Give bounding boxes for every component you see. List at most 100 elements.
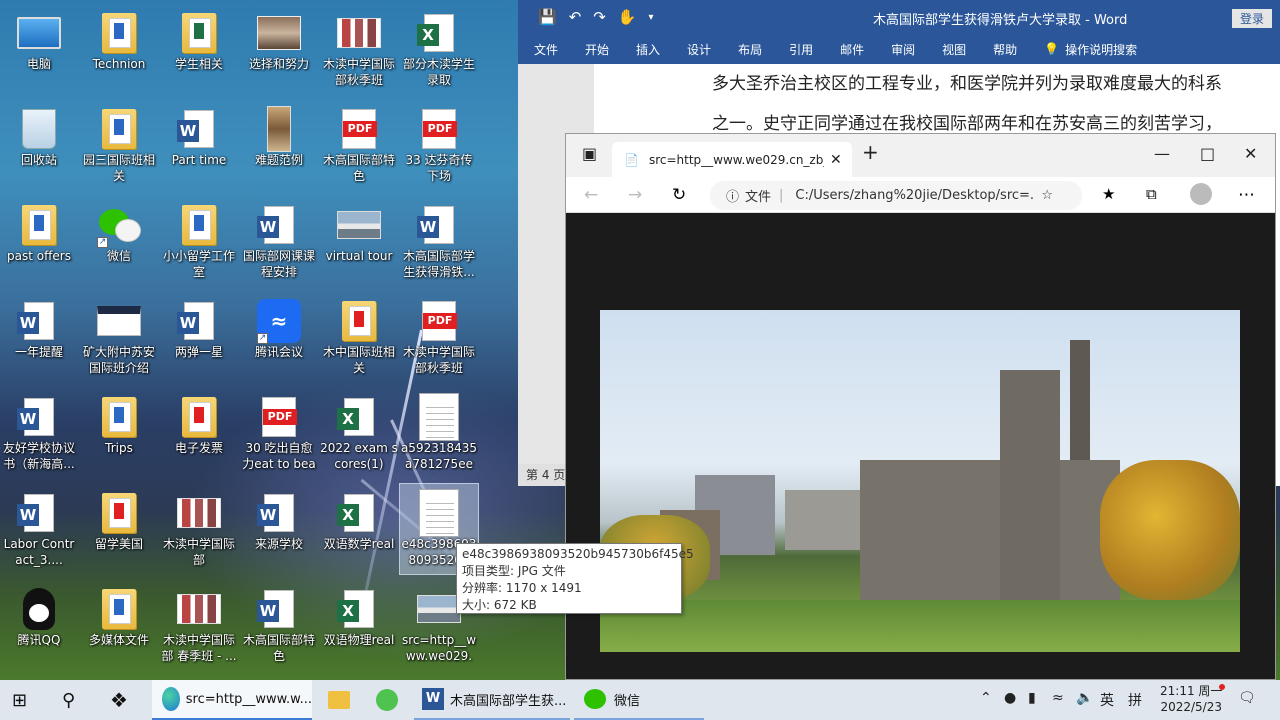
- tell-me-search[interactable]: 操作说明搜索: [1065, 41, 1137, 58]
- desktop-icon[interactable]: 矿大附中苏安国际班介绍: [80, 292, 158, 382]
- desktop-icon[interactable]: 国际部网课课程安排: [240, 196, 318, 286]
- desktop-icon[interactable]: 33 达芬奇传下场: [400, 100, 478, 190]
- desktop-icon[interactable]: 木渎中学国际部: [160, 484, 238, 574]
- tab-view[interactable]: 视图: [942, 41, 966, 58]
- desktop-icon[interactable]: 回收站: [0, 100, 78, 190]
- desktop-icon[interactable]: 木渎中学国际部秋季班: [320, 4, 398, 94]
- start-button[interactable]: ⊞: [12, 680, 27, 720]
- desktop-icon[interactable]: 木渎中学国际部 春季班 - ...: [160, 580, 238, 670]
- desktop-icon[interactable]: Part time: [160, 100, 238, 190]
- tab-design[interactable]: 设计: [687, 41, 711, 58]
- desktop-icon[interactable]: Labor Contract_3....: [0, 484, 78, 574]
- desktop-icon[interactable]: 难题范例: [240, 100, 318, 190]
- back-icon[interactable]: ←: [584, 185, 598, 205]
- notification-center-icon[interactable]: 🗨: [1238, 690, 1256, 706]
- desktop-icon[interactable]: 小小留学工作室: [160, 196, 238, 286]
- desktop-icon[interactable]: 多媒体文件: [80, 580, 158, 670]
- tab-references[interactable]: 引用: [789, 41, 813, 58]
- refresh-icon[interactable]: ↻: [672, 185, 686, 205]
- image-icon: [417, 586, 461, 632]
- minimize-icon[interactable]: —: [1154, 144, 1170, 163]
- desktop-icon[interactable]: 木渎中学国际部秋季班: [400, 292, 478, 382]
- desktop-icon[interactable]: 2022 exam scores(1): [320, 388, 398, 478]
- tab-mailings[interactable]: 邮件: [840, 41, 864, 58]
- forward-icon[interactable]: →: [628, 185, 642, 205]
- tab-insert[interactable]: 插入: [636, 41, 660, 58]
- tab-actions-icon[interactable]: ▣: [582, 144, 597, 163]
- desktop-icon[interactable]: 木高国际部学生获得滑铁...: [400, 196, 478, 286]
- tab-home[interactable]: 开始: [585, 41, 609, 58]
- desktop-icon-label: 矿大附中苏安国际班介绍: [82, 345, 155, 375]
- desktop-icon-label: 选择和努力: [248, 57, 309, 71]
- desktop-icon[interactable]: Trips: [80, 388, 158, 478]
- ime-indicator[interactable]: 拼: [1128, 690, 1142, 710]
- redo-icon[interactable]: ↷: [593, 8, 606, 26]
- desktop-icon[interactable]: 留学美国: [80, 484, 158, 574]
- taskbar-app-icon[interactable]: [376, 680, 398, 720]
- desktop-icon[interactable]: 两弹一星: [160, 292, 238, 382]
- desktop-icon[interactable]: 部分木渎学生录取: [400, 4, 478, 94]
- desktop-icon[interactable]: ≈ ↗ 腾讯会议: [240, 292, 318, 382]
- desktop-icon[interactable]: ↗ 微信: [80, 196, 158, 286]
- desktop-icon[interactable]: 电脑: [0, 4, 78, 94]
- undo-icon[interactable]: ↶: [569, 8, 582, 26]
- desktop-icon[interactable]: 木高国际部特色: [320, 100, 398, 190]
- document-icon: [97, 298, 141, 344]
- desktop-icon[interactable]: 友好学校协议书（新海高...: [0, 388, 78, 478]
- network-icon[interactable]: ≈: [1052, 690, 1064, 706]
- desktop-icon[interactable]: 双语物理real: [320, 580, 398, 670]
- notification-dot: [1219, 684, 1225, 690]
- desktop-icon[interactable]: 电子发票: [160, 388, 238, 478]
- tab-layout[interactable]: 布局: [738, 41, 762, 58]
- close-tab-icon[interactable]: ✕: [830, 152, 842, 168]
- desktop-icon[interactable]: 双语数学real: [320, 484, 398, 574]
- maximize-icon[interactable]: □: [1200, 144, 1215, 163]
- edge-tab[interactable]: 📄 src=http__www.we029.cn_zb_us ✕: [612, 142, 852, 177]
- desktop-icon[interactable]: 来源学校: [240, 484, 318, 574]
- show-hidden-icons[interactable]: ⌃: [980, 690, 992, 706]
- close-window-icon[interactable]: ✕: [1244, 144, 1257, 163]
- desktop-icon-label: 两弹一星: [174, 345, 223, 359]
- clock[interactable]: 21:11 周一 2022/5/23: [1160, 683, 1222, 715]
- favorites-icon[interactable]: ★: [1102, 185, 1115, 203]
- desktop-icon[interactable]: 园三国际班相关: [80, 100, 158, 190]
- new-tab-icon[interactable]: +: [862, 140, 879, 164]
- desktop-icon[interactable]: a592318435a781275ee7...: [400, 388, 478, 478]
- desktop-icon[interactable]: 腾讯QQ: [0, 580, 78, 670]
- desktop-icon[interactable]: 一年提醒: [0, 292, 78, 382]
- tab-help[interactable]: 帮助: [993, 41, 1017, 58]
- profile-avatar[interactable]: [1190, 183, 1212, 205]
- excel-document-icon: [417, 10, 461, 56]
- add-favorite-icon[interactable]: ☆: [1041, 188, 1053, 203]
- battery-icon[interactable]: ▮: [1028, 690, 1036, 706]
- desktop-icon[interactable]: 选择和努力: [240, 4, 318, 94]
- desktop-icon[interactable]: 30 吃出自愈力eat to beat ...: [240, 388, 318, 478]
- word-document-icon: [257, 490, 301, 536]
- save-icon[interactable]: 💾: [538, 8, 557, 26]
- desktop-icon-label: 腾讯QQ: [17, 633, 61, 647]
- desktop-icon[interactable]: virtual tour: [320, 196, 398, 286]
- desktop-icon-label: 电脑: [26, 57, 51, 71]
- collections-icon[interactable]: ⧉: [1146, 185, 1157, 203]
- more-options-icon[interactable]: ⋯: [1238, 185, 1255, 205]
- desktop-icon[interactable]: 学生相关: [160, 4, 238, 94]
- file-explorer-icon[interactable]: [328, 680, 350, 720]
- task-view-icon[interactable]: ❖: [110, 680, 128, 720]
- url-field[interactable]: ⓘ 文件 | C:/Users/zhang%20jie/Desktop/src=…: [710, 181, 1082, 210]
- taskbar-edge[interactable]: src=http__www.w...: [152, 680, 312, 720]
- desktop-icon[interactable]: 木中国际班相关: [320, 292, 398, 382]
- login-button[interactable]: 登录: [1231, 9, 1272, 28]
- desktop-icon[interactable]: Technion: [80, 4, 158, 94]
- taskbar-wechat[interactable]: 微信: [574, 680, 704, 720]
- volume-icon[interactable]: 🔈: [1076, 690, 1093, 706]
- touch-mode-icon[interactable]: ✋: [618, 8, 637, 26]
- taskbar-word[interactable]: W 木高国际部学生获...: [414, 680, 570, 720]
- tab-file[interactable]: 文件: [534, 41, 558, 58]
- search-icon[interactable]: ⚲: [62, 680, 75, 720]
- tray-app-icon[interactable]: ●: [1004, 690, 1016, 706]
- customize-toolbar-icon[interactable]: ▾: [649, 12, 654, 23]
- desktop-icon[interactable]: 木高国际部特色: [240, 580, 318, 670]
- language-indicator[interactable]: 英: [1100, 690, 1114, 710]
- tab-review[interactable]: 审阅: [891, 41, 915, 58]
- desktop-icon[interactable]: past offers: [0, 196, 78, 286]
